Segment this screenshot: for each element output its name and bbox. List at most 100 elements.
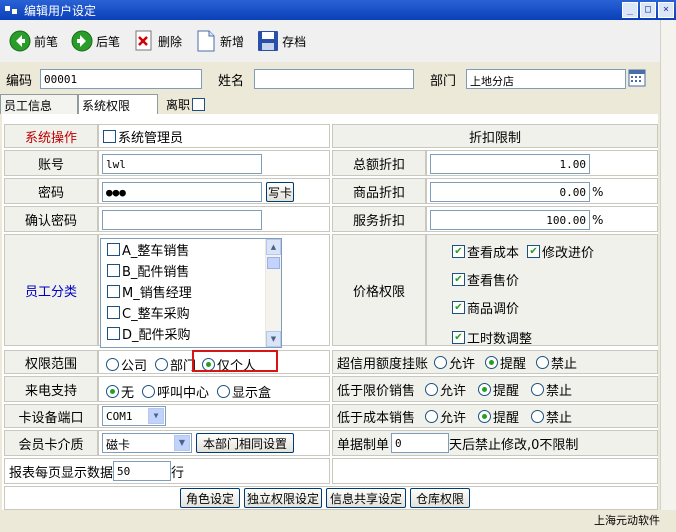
credit-allow-radio[interactable]: 允许 — [434, 353, 475, 372]
list-item[interactable]: D_配件采购 — [101, 323, 281, 344]
minimize-icon[interactable]: _ — [622, 2, 638, 18]
write-card-button[interactable]: 写卡 — [266, 182, 294, 202]
card-port-label: 卡设备端口 — [4, 404, 98, 428]
password-label: 密码 — [4, 178, 98, 204]
total-discount-label: 总额折扣 — [332, 150, 426, 176]
tab-sys-perm[interactable]: 系统权限 — [78, 94, 158, 114]
arrow-right-icon — [70, 29, 94, 53]
dept-same-setting-button[interactable]: 本部门相同设置 — [196, 433, 294, 453]
account-label: 账号 — [4, 150, 98, 176]
prev-button[interactable]: 前笔 — [6, 25, 64, 57]
service-discount-input[interactable]: 100.00 — [430, 210, 590, 230]
dept-input[interactable]: 上地分店 — [466, 69, 626, 89]
list-item[interactable]: A_整车销售 — [101, 239, 281, 260]
warehouse-perm-button[interactable]: 仓库权限 — [410, 488, 470, 508]
list-item[interactable]: C_整车采购 — [101, 302, 281, 323]
total-discount-input[interactable]: 1.00 — [430, 154, 590, 174]
scope-label: 权限范围 — [4, 350, 98, 374]
discount-title: 折扣限制 — [332, 124, 658, 148]
name-input[interactable] — [254, 69, 414, 89]
scope-dept-radio[interactable]: 部门 — [155, 355, 196, 374]
cost-forbid-radio[interactable]: 禁止 — [531, 407, 572, 426]
card-port-select[interactable]: COM1 ▼ — [102, 406, 166, 426]
doc-label: 单据制单 — [337, 437, 390, 453]
floppy-disk-icon — [256, 29, 280, 53]
scroll-thumb[interactable] — [267, 257, 280, 269]
info-share-button[interactable]: 信息共享设定 — [326, 488, 406, 508]
credit-forbid-radio[interactable]: 禁止 — [536, 353, 577, 372]
member-card-label: 会员卡介质 — [4, 430, 98, 456]
below-cost-label: 低于成本销售 — [337, 410, 416, 426]
labor-adjust-checkbox[interactable]: ✔ 工时数调整 — [452, 328, 532, 347]
chevron-down-icon[interactable]: ▼ — [148, 408, 164, 424]
goods-discount-label: 商品折扣 — [332, 178, 426, 204]
limit-allow-radio[interactable]: 允许 — [425, 380, 466, 399]
code-label: 编码 — [6, 74, 33, 89]
report-unit: 行 — [171, 465, 185, 481]
below-limit-label: 低于限价销售 — [337, 383, 416, 399]
cost-remind-radio[interactable]: 提醒 — [478, 407, 519, 426]
call-center-radio[interactable]: 呼叫中心 — [142, 382, 209, 401]
resigned-checkbox[interactable]: 离职 — [166, 96, 207, 113]
credit-remind-radio[interactable]: 提醒 — [485, 353, 526, 372]
scroll-down-icon[interactable]: ▼ — [266, 331, 281, 347]
report-label: 报表每页显示数据 — [9, 465, 114, 481]
view-sale-checkbox[interactable]: ✔ 查看售价 — [452, 270, 519, 289]
title-bar: 编辑用户设定 _ □ × — [0, 0, 676, 20]
report-rows-input[interactable]: 50 — [113, 461, 172, 481]
confirm-password-input[interactable] — [102, 210, 262, 230]
chevron-down-icon[interactable]: ▼ — [174, 435, 190, 451]
add-button[interactable]: 新增 — [192, 25, 250, 57]
modify-purchase-checkbox[interactable]: ✔ 修改进价 — [527, 242, 594, 261]
tab-staff-info[interactable]: 员工信息 — [0, 94, 78, 114]
credit-label: 超信用额度挂账 — [337, 356, 429, 372]
scroll-up-icon[interactable]: ▲ — [266, 239, 281, 255]
calendar-icon[interactable] — [628, 69, 646, 87]
window-title: 编辑用户设定 — [24, 3, 97, 18]
staff-category-list[interactable]: A_整车销售 B_配件销售 M_销售经理 C_整车采购 D_配件采购 ▲ ▼ — [100, 238, 282, 348]
doc-days-input[interactable]: 0 — [391, 433, 450, 453]
doc-suffix: 天后禁止修改,0不限制 — [449, 437, 579, 453]
service-discount-label: 服务折扣 — [332, 206, 426, 232]
sys-op-label: 系统操作 — [4, 124, 98, 148]
resigned-check[interactable] — [192, 98, 206, 111]
sys-admin-checkbox[interactable] — [103, 129, 116, 143]
scope-company-radio[interactable]: 公司 — [106, 355, 147, 374]
company-footer: 上海元动软件 — [594, 514, 660, 527]
limit-forbid-radio[interactable]: 禁止 — [531, 380, 572, 399]
role-setting-button[interactable]: 角色设定 — [180, 488, 240, 508]
member-card-select[interactable]: 磁卡 ▼ — [102, 433, 192, 453]
code-input[interactable]: 00001 — [40, 69, 202, 89]
highlight-box — [192, 350, 278, 372]
dept-label: 部门 — [430, 74, 457, 89]
price-perm-label: 价格权限 — [332, 234, 426, 346]
cost-allow-radio[interactable]: 允许 — [425, 407, 466, 426]
delete-button[interactable]: 删除 — [130, 25, 188, 57]
restore-icon[interactable]: □ — [640, 2, 656, 18]
view-cost-checkbox[interactable]: ✔ 查看成本 — [452, 242, 519, 261]
next-button[interactable]: 后笔 — [68, 25, 126, 57]
call-none-radio[interactable]: 无 — [106, 382, 134, 401]
service-discount-percent: % — [592, 213, 604, 227]
app-icon — [5, 6, 17, 14]
account-input[interactable]: lwl — [102, 154, 262, 174]
delete-doc-icon — [132, 29, 156, 53]
independent-perm-button[interactable]: 独立权限设定 — [244, 488, 322, 508]
sys-admin-cell: 系统管理员 — [98, 124, 330, 148]
save-button[interactable]: 存档 — [254, 25, 312, 57]
call-box-radio[interactable]: 显示盒 — [217, 382, 271, 401]
password-input[interactable]: ●●● — [102, 182, 262, 202]
window-scrollbar[interactable] — [660, 20, 676, 510]
limit-remind-radio[interactable]: 提醒 — [478, 380, 519, 399]
list-item[interactable]: M_销售经理 — [101, 281, 281, 302]
list-item[interactable]: B_配件销售 — [101, 260, 281, 281]
goods-adjust-checkbox[interactable]: ✔ 商品调价 — [452, 298, 519, 317]
arrow-left-icon — [8, 29, 32, 53]
staff-category-label: 员工分类 — [4, 234, 98, 346]
close-icon[interactable]: × — [658, 2, 674, 18]
list-scrollbar[interactable]: ▲ ▼ — [265, 239, 281, 347]
goods-discount-input[interactable]: 0.00 — [430, 182, 590, 202]
new-doc-icon — [194, 29, 218, 53]
name-label: 姓名 — [218, 74, 245, 89]
toolbar: 前笔 后笔 删除 新增 存档 — [0, 20, 676, 62]
